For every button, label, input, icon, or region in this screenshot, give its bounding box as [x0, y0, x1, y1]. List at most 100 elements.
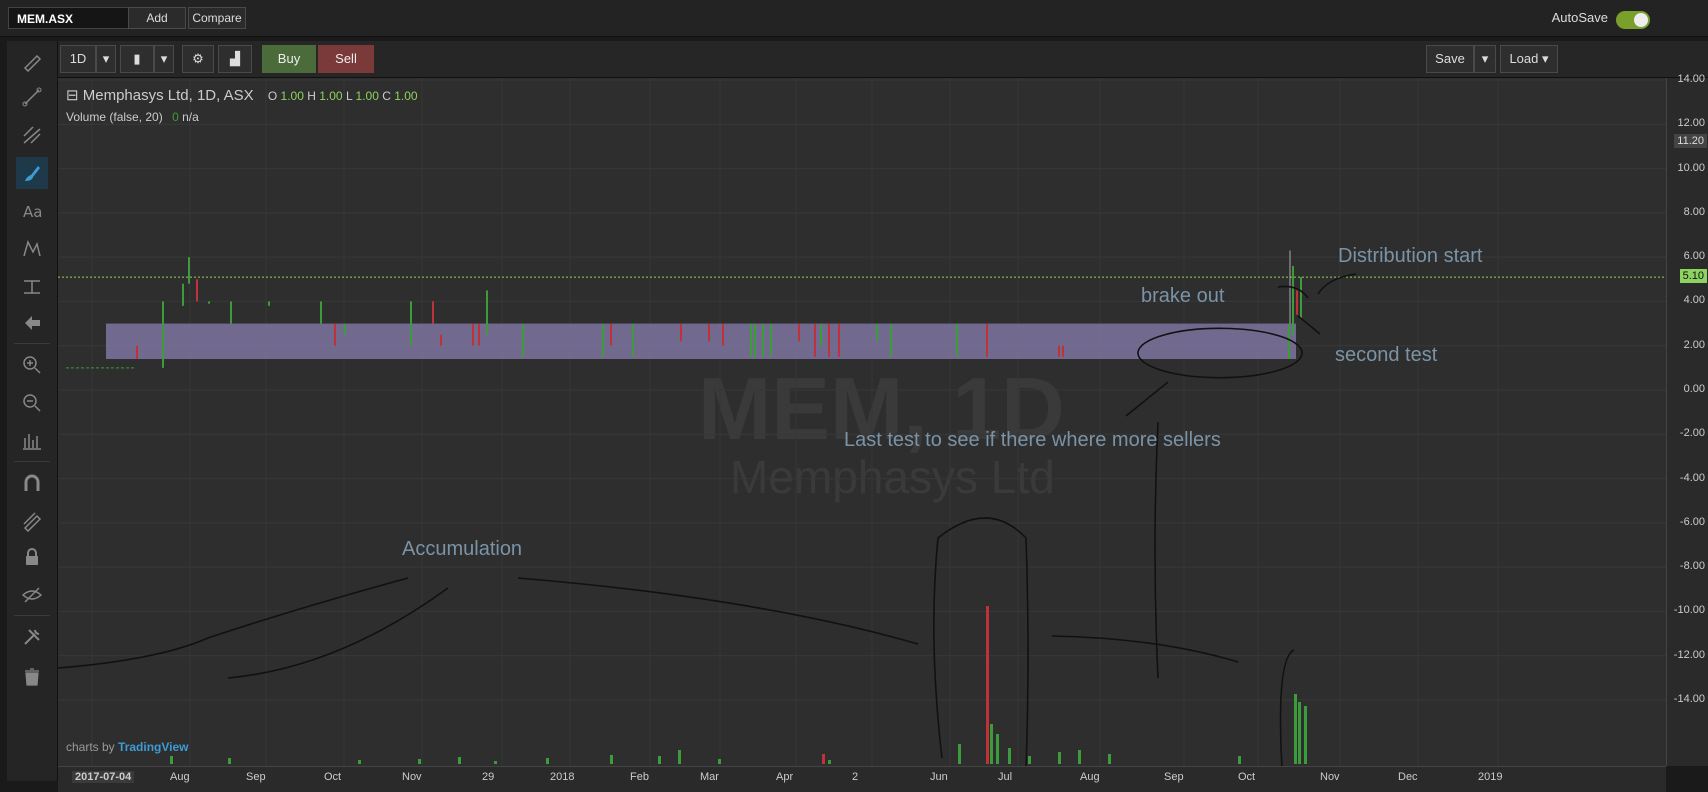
time-tick: Nov [402, 771, 422, 783]
volume-bar [1078, 750, 1081, 764]
hide-icon[interactable] [16, 579, 48, 611]
price-tick: -6.00 [1679, 515, 1705, 528]
arrow-icon[interactable] [16, 307, 48, 339]
chart-type-dropdown[interactable]: ▾ [154, 45, 174, 73]
volume-bar [546, 758, 549, 764]
time-tick: Dec [1398, 771, 1418, 783]
volume-bar [358, 760, 361, 764]
trendline-icon[interactable] [16, 81, 48, 113]
volume-bar [990, 724, 993, 764]
volume-bar [996, 734, 999, 764]
zoom-in-icon[interactable] [16, 349, 48, 381]
price-tick: 6.00 [1683, 250, 1705, 263]
volume-bar [458, 757, 461, 764]
price-tick: 14.00 [1677, 73, 1705, 85]
brush-icon[interactable] [16, 157, 48, 189]
volume-na: n/a [182, 110, 199, 124]
sell-button[interactable]: Sell [318, 45, 374, 73]
save-dropdown[interactable]: ▾ [1474, 45, 1496, 73]
candle [268, 301, 270, 306]
chevron-down-icon: ▾ [102, 51, 110, 66]
interval-button[interactable]: 1D [60, 45, 96, 73]
price-tick: -2.00 [1679, 427, 1705, 440]
chart-legend: ⊟ Memphasys Ltd, 1D, ASX O 1.00 H 1.00 L… [66, 86, 418, 104]
price-tick: 12.00 [1677, 117, 1705, 130]
autosave-label: AutoSave [1551, 10, 1608, 25]
price-badge-high: 11.20 [1674, 134, 1707, 148]
candle [486, 290, 488, 335]
pitchfork-icon[interactable] [16, 119, 48, 151]
autosave-toggle[interactable] [1616, 11, 1650, 29]
candle [610, 323, 612, 346]
time-tick: Oct [324, 771, 342, 783]
text-icon[interactable]: Aa [16, 195, 48, 227]
top-toolbar: MEM.ASX Add Compare AutoSave [0, 0, 1708, 37]
compare-button[interactable]: Compare [188, 7, 246, 29]
candle [1300, 277, 1302, 320]
time-tick: Apr [776, 771, 794, 783]
time-tick: Feb [630, 771, 649, 783]
lock-icon[interactable] [16, 541, 48, 573]
load-button[interactable]: Load ▾ [1500, 45, 1558, 73]
price-tick: -8.00 [1679, 560, 1705, 573]
chart-plot [58, 78, 1666, 766]
trash-icon[interactable] [16, 661, 48, 693]
magnet-icon[interactable] [16, 467, 48, 499]
candle [410, 301, 412, 346]
time-tick: Aug [170, 771, 190, 783]
indicators-icon[interactable]: ▟ [218, 45, 252, 73]
drawn-annotation [1279, 649, 1295, 766]
candle [986, 323, 988, 357]
pattern-icon[interactable] [16, 233, 48, 265]
lock-drawings-icon[interactable] [16, 505, 48, 537]
candle [1058, 345, 1060, 357]
measure-icon[interactable] [16, 271, 48, 303]
candle [798, 323, 800, 342]
candle [708, 323, 710, 342]
candle [136, 345, 138, 359]
zoom-out-icon[interactable] [16, 387, 48, 419]
volume-bar [658, 756, 661, 764]
time-tick: Sep [246, 771, 266, 783]
candle [182, 283, 184, 306]
svg-text:Aa: Aa [23, 203, 42, 221]
candle [956, 323, 958, 357]
legend-collapse-icon[interactable]: ⊟ [66, 87, 79, 104]
candle [890, 323, 892, 357]
candle [440, 334, 442, 346]
candle [196, 279, 198, 302]
candle [344, 323, 346, 335]
volume-bar [1058, 752, 1061, 764]
tradingview-credit[interactable]: charts by TradingView [66, 740, 189, 754]
volume-bar [1238, 756, 1241, 764]
volume-value: 0 [172, 110, 179, 124]
candle [432, 301, 434, 324]
candle [602, 323, 604, 357]
add-button[interactable]: Add [128, 7, 186, 29]
pencil-icon[interactable] [16, 45, 48, 77]
settings-icon[interactable] [16, 621, 48, 653]
chevron-down-icon: ▾ [1542, 51, 1549, 66]
chart-toolbar: 1D ▾ ▮ ▾ ⚙ ▟ Buy Sell Save ▾ Load ▾ [58, 41, 1708, 78]
symbol-input[interactable]: MEM.ASX [8, 7, 136, 29]
price-axis[interactable]: 14.00 12.00 10.00 8.00 6.00 4.00 2.00 0.00 -2.00… [1666, 73, 1708, 766]
candle [162, 301, 164, 368]
gear-icon[interactable]: ⚙ [182, 45, 214, 73]
drawn-annotation [1154, 421, 1159, 679]
price-tick: 4.00 [1683, 294, 1705, 307]
candle [208, 301, 210, 304]
volume-bar [986, 606, 989, 764]
bars-icon[interactable] [16, 425, 48, 457]
time-tick: Sep [1164, 771, 1184, 783]
candles-icon[interactable]: ▮ [120, 45, 154, 73]
annotation-last-test: Last test to see if there where more sel… [844, 429, 1221, 451]
chart-area[interactable]: MEM, 1D Memphasys Ltd ⊟ Memphasys Ltd, 1… [58, 78, 1666, 766]
save-button[interactable]: Save [1426, 45, 1474, 73]
volume-bar [170, 756, 173, 764]
buy-button[interactable]: Buy [262, 45, 316, 73]
volume-bar [494, 761, 497, 764]
time-axis[interactable]: 2017-07-04 Aug Sep Oct Nov 29 2018 Feb Mar Apr 2 Ju… [58, 766, 1666, 792]
candle [876, 323, 878, 342]
price-tick: -10.00 [1673, 604, 1705, 617]
interval-dropdown[interactable]: ▾ [96, 45, 116, 73]
